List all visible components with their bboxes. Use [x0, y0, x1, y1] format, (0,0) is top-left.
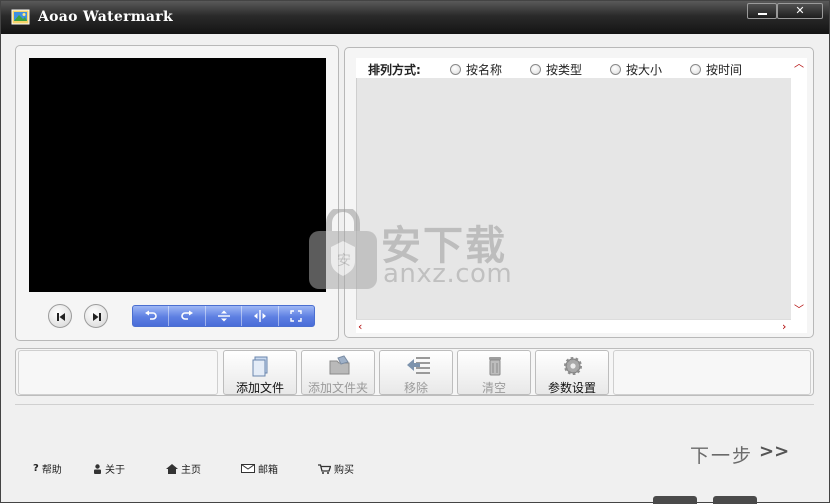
add-folder-button[interactable]: 添加文件夹 [301, 350, 375, 395]
sort-by-size-radio[interactable]: 按大小 [610, 61, 662, 78]
radio-circle-icon[interactable] [610, 64, 621, 75]
home-link[interactable]: 主页 [166, 461, 201, 476]
cart-icon [318, 463, 331, 474]
image-preview [29, 58, 326, 292]
scroll-down-icon[interactable]: ﹀ [794, 306, 804, 316]
mail-link[interactable]: 邮箱 [241, 461, 278, 476]
mail-icon [241, 464, 255, 473]
sort-by-type-radio[interactable]: 按类型 [530, 61, 582, 78]
radio-label: 按类型 [546, 63, 583, 77]
scroll-up-icon[interactable]: ︿ [794, 60, 804, 70]
fit-screen-button[interactable] [279, 306, 314, 326]
sort-by-time-radio[interactable]: 按时间 [690, 61, 742, 78]
next-step-button[interactable]: 下一步 [690, 441, 753, 468]
clear-label: 清空 [481, 381, 506, 395]
horizontal-scrollbar[interactable]: ‹ › [356, 319, 791, 333]
remove-label: 移除 [403, 381, 428, 395]
radio-circle-icon[interactable] [530, 64, 541, 75]
sort-label: 排列方式: [368, 63, 421, 77]
vertical-scrollbar[interactable]: ︿ ﹀ [791, 58, 807, 319]
app-logo-icon [11, 9, 30, 25]
scroll-left-icon[interactable]: ‹ [358, 321, 362, 332]
minimize-button[interactable] [747, 3, 777, 19]
add-folder-icon [329, 355, 350, 375]
app-window: Aoao Watermark ✕ 排列方式: 按名称 按类型 按大小 按时间 ︿… [0, 0, 830, 504]
about-label: 关于 [105, 465, 125, 476]
home-icon [166, 463, 178, 474]
add-file-icon [252, 356, 268, 377]
fit-screen-icon [290, 310, 303, 322]
help-link[interactable]: ? 帮助 [33, 461, 62, 476]
rotate-left-button[interactable] [133, 306, 170, 326]
radio-circle-icon[interactable] [450, 64, 461, 75]
previous-image-button[interactable] [48, 304, 72, 328]
radio-label: 按大小 [626, 63, 663, 77]
next-image-button[interactable] [84, 304, 108, 328]
rotate-right-button[interactable] [169, 306, 206, 326]
about-link[interactable]: 关于 [93, 461, 125, 476]
image-tools-strip [132, 305, 315, 327]
scroll-right-icon[interactable]: › [782, 321, 786, 332]
window-title: Aoao Watermark [38, 9, 173, 25]
svg-text:安: 安 [337, 253, 351, 269]
site-watermark: 安 安下载 anxz.com [307, 209, 537, 299]
skip-forward-icon [93, 313, 101, 321]
scrollbar-corner [791, 319, 807, 333]
flip-horizontal-icon [253, 310, 266, 322]
add-folder-label: 添加文件夹 [307, 381, 368, 395]
flip-horizontal-button[interactable] [242, 306, 279, 326]
about-icon [94, 463, 101, 474]
remove-button[interactable]: 移除 [379, 350, 453, 395]
toolbar-spacer-right [613, 350, 811, 395]
clear-button[interactable]: 清空 [457, 350, 531, 395]
help-label: 帮助 [41, 465, 62, 476]
flip-vertical-button[interactable] [206, 306, 243, 326]
buy-label: 购买 [334, 465, 354, 476]
help-icon: ? [33, 463, 39, 474]
radio-label: 按名称 [466, 63, 503, 77]
settings-icon [564, 357, 582, 375]
add-file-label: 添加文件 [235, 381, 284, 395]
toolbar-spacer-left [18, 350, 218, 395]
settings-label: 参数设置 [547, 381, 596, 395]
radio-circle-icon[interactable] [690, 64, 701, 75]
mail-label: 邮箱 [258, 465, 278, 476]
title-bar[interactable]: Aoao Watermark ✕ [1, 1, 829, 34]
watermark-domain-text: anxz.com [383, 259, 513, 289]
preview-panel [15, 45, 339, 341]
next-arrows-icon[interactable]: >> [759, 441, 789, 462]
clear-icon [489, 357, 501, 376]
settings-button[interactable]: 参数设置 [535, 350, 609, 395]
rotate-right-icon [181, 310, 194, 320]
sort-by-name-radio[interactable]: 按名称 [450, 61, 502, 78]
home-label: 主页 [181, 465, 201, 476]
flip-vertical-icon [217, 310, 230, 322]
close-button[interactable]: ✕ [777, 3, 823, 19]
rotate-left-icon [144, 310, 157, 320]
action-toolbar: 添加文件 添加文件夹 移除 清空 参数设置 [15, 348, 814, 396]
sort-bar: 排列方式: 按名称 按类型 按大小 按时间 [356, 58, 791, 78]
skip-back-icon [57, 313, 65, 321]
radio-label: 按时间 [706, 63, 743, 77]
shield-bag-icon: 安 [309, 209, 377, 289]
add-file-button[interactable]: 添加文件 [223, 350, 297, 395]
buy-link[interactable]: 购买 [318, 461, 354, 476]
remove-icon [407, 357, 430, 374]
